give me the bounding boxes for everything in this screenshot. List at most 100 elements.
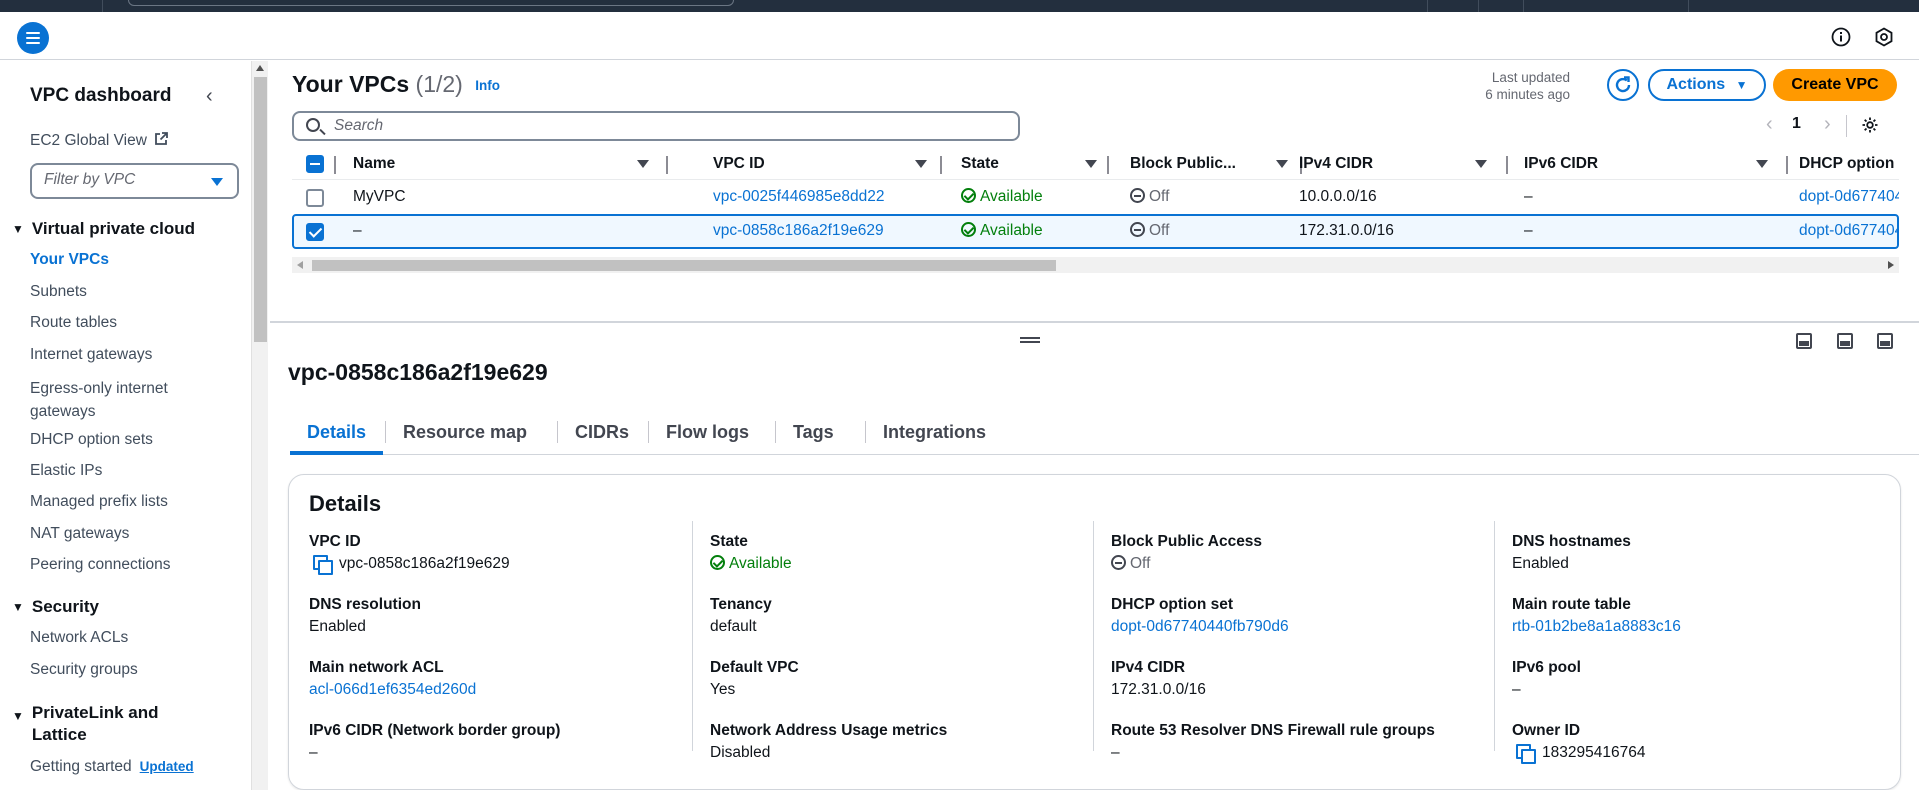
caret-down-icon: ▼ [1735,78,1748,92]
column-divider[interactable] [940,156,942,174]
sidebar-scrollbar[interactable] [251,61,268,790]
column-name[interactable]: Name [353,149,670,179]
scrollbar-thumb[interactable] [254,77,267,342]
split-panel-side-icon[interactable] [1837,333,1853,349]
column-divider[interactable] [1786,156,1788,174]
tab-flow-logs[interactable]: Flow logs [649,409,766,455]
search-icon [306,118,320,132]
nav-your-vpcs[interactable]: Your VPCs [30,251,109,269]
nav-egress-only-gateways[interactable]: Egress-only internet gateways [30,377,190,423]
copy-icon[interactable] [313,555,333,575]
scroll-up-arrow-icon[interactable] [256,65,264,71]
column-divider[interactable] [1506,156,1508,174]
tab-tags[interactable]: Tags [776,409,851,455]
column-divider[interactable] [1107,156,1109,174]
column-state[interactable]: State [961,149,1128,179]
nav-route-tables[interactable]: Route tables [30,314,117,332]
column-block-public-access[interactable]: Block Public... [1130,149,1320,179]
nav-ec2-global-view[interactable]: EC2 Global View [30,132,169,150]
field-label: IPv6 pool [1512,659,1581,676]
nav-dhcp-option-sets[interactable]: DHCP option sets [30,431,153,449]
nav-peering-connections[interactable]: Peering connections [30,556,170,574]
vpc-id-link[interactable]: vpc-0858c186a2f19e629 [713,214,884,247]
field-state: State Available [710,531,1100,575]
settings-gear-icon[interactable] [1861,116,1879,134]
field-value: Enabled [309,618,366,635]
nav-section-privatelink[interactable]: ▼ PrivateLink and Lattice [12,702,182,746]
nav-section-security[interactable]: ▼ Security [12,597,99,617]
column-dhcp-option-set[interactable]: DHCP option se [1799,149,1899,179]
header-cell [292,149,336,179]
field-main-route-table: Main route table rtb-01b2be8a1a8883c16 [1512,594,1902,638]
column-ipv6-cidr[interactable]: IPv6 CIDR [1524,149,1788,179]
previous-page-icon[interactable]: ‹ [1766,113,1773,136]
table-row-selected[interactable]: – vpc-0858c186a2f19e629 Available Off 17… [292,214,1899,249]
search-input[interactable]: Search [292,111,1020,141]
off-status-icon [1111,555,1126,570]
sort-icon[interactable] [915,160,927,168]
create-vpc-button[interactable]: Create VPC [1773,69,1897,101]
tab-resource-map[interactable]: Resource map [386,409,544,455]
table-horizontal-scrollbar[interactable] [292,257,1899,273]
nav-section-label: Virtual private cloud [31,219,196,238]
split-panel-hide-icon[interactable] [1877,333,1893,349]
column-vpc-id[interactable]: VPC ID [713,149,961,179]
nav-elastic-ips[interactable]: Elastic IPs [30,462,102,480]
tab-integrations[interactable]: Integrations [866,409,1003,455]
nav-section-vpc[interactable]: ▼ Virtual private cloud [12,219,195,239]
sort-icon[interactable] [637,160,649,168]
nav-getting-started[interactable]: Getting started Updated [30,758,194,776]
split-panel-bottom-icon[interactable] [1796,333,1812,349]
tab-cidrs[interactable]: CIDRs [558,409,646,455]
cell-block-public-access: Off [1130,180,1169,213]
caret-down-icon: ▼ [12,709,24,723]
cell-ipv4-cidr: 172.31.0.0/16 [1299,222,1394,239]
detail-tabs: Details Resource map CIDRs Flow logs Tag… [290,409,1919,455]
dhcp-option-set-link[interactable]: dopt-0d67740440fb790d6 [1111,616,1501,638]
split-panel-drag-handle-icon[interactable] [1020,337,1040,343]
sort-icon[interactable] [1085,160,1097,168]
nav-security-groups[interactable]: Security groups [30,661,138,679]
notifications-icon[interactable] [1873,26,1895,48]
nav-network-acls[interactable]: Network ACLs [30,629,128,647]
field-value: default [710,618,757,635]
sort-icon[interactable] [1276,160,1288,168]
nav-title[interactable]: VPC dashboard [30,85,171,107]
table-row[interactable]: MyVPC vpc-0025f446985e8dd22 Available Of… [292,179,1899,214]
nav-nat-gateways[interactable]: NAT gateways [30,525,129,543]
scroll-left-arrow-icon[interactable] [297,261,303,269]
collapse-nav-icon[interactable]: ‹ [206,85,224,107]
scroll-right-arrow-icon[interactable] [1888,261,1894,269]
actions-button[interactable]: Actions ▼ [1648,69,1766,101]
sort-icon[interactable] [1475,160,1487,168]
nav-internet-gateways[interactable]: Internet gateways [30,346,152,364]
main-route-table-link[interactable]: rtb-01b2be8a1a8883c16 [1512,616,1902,638]
page-number[interactable]: 1 [1792,115,1801,133]
vpc-id-link[interactable]: vpc-0025f446985e8dd22 [713,180,885,213]
nav-managed-prefix-lists[interactable]: Managed prefix lists [30,493,168,511]
last-updated-label: Last updated [1491,70,1570,85]
cell-state: Available [961,180,1043,213]
row-checkbox[interactable] [306,189,324,207]
refresh-button[interactable] [1607,69,1639,101]
next-page-icon[interactable]: › [1824,113,1831,136]
tab-details[interactable]: Details [290,409,384,455]
vpc-filter-select[interactable]: Filter by VPC [30,163,239,199]
copy-icon[interactable] [1516,744,1536,764]
field-value: 172.31.0.0/16 [1111,681,1206,698]
dhcp-option-link[interactable]: dopt-0d677404 [1799,214,1899,247]
row-checkbox[interactable] [306,223,324,241]
field-dhcp-option-set: DHCP option set dopt-0d67740440fb790d6 [1111,594,1501,638]
sort-icon[interactable] [1756,160,1768,168]
info-icon[interactable] [1830,26,1852,48]
column-ipv4-cidr[interactable]: IPv4 CIDR [1299,149,1539,179]
info-link[interactable]: Info [475,78,500,93]
column-divider[interactable] [666,156,668,174]
nav-subnets[interactable]: Subnets [30,283,87,301]
dhcp-option-link[interactable]: dopt-0d677404 [1799,180,1899,213]
column-divider[interactable] [334,156,336,174]
console-search-box[interactable] [128,0,734,6]
main-network-acl-link[interactable]: acl-066d1ef6354ed260d [309,679,699,701]
menu-icon[interactable] [17,22,49,54]
scrollbar-thumb[interactable] [312,260,1056,271]
